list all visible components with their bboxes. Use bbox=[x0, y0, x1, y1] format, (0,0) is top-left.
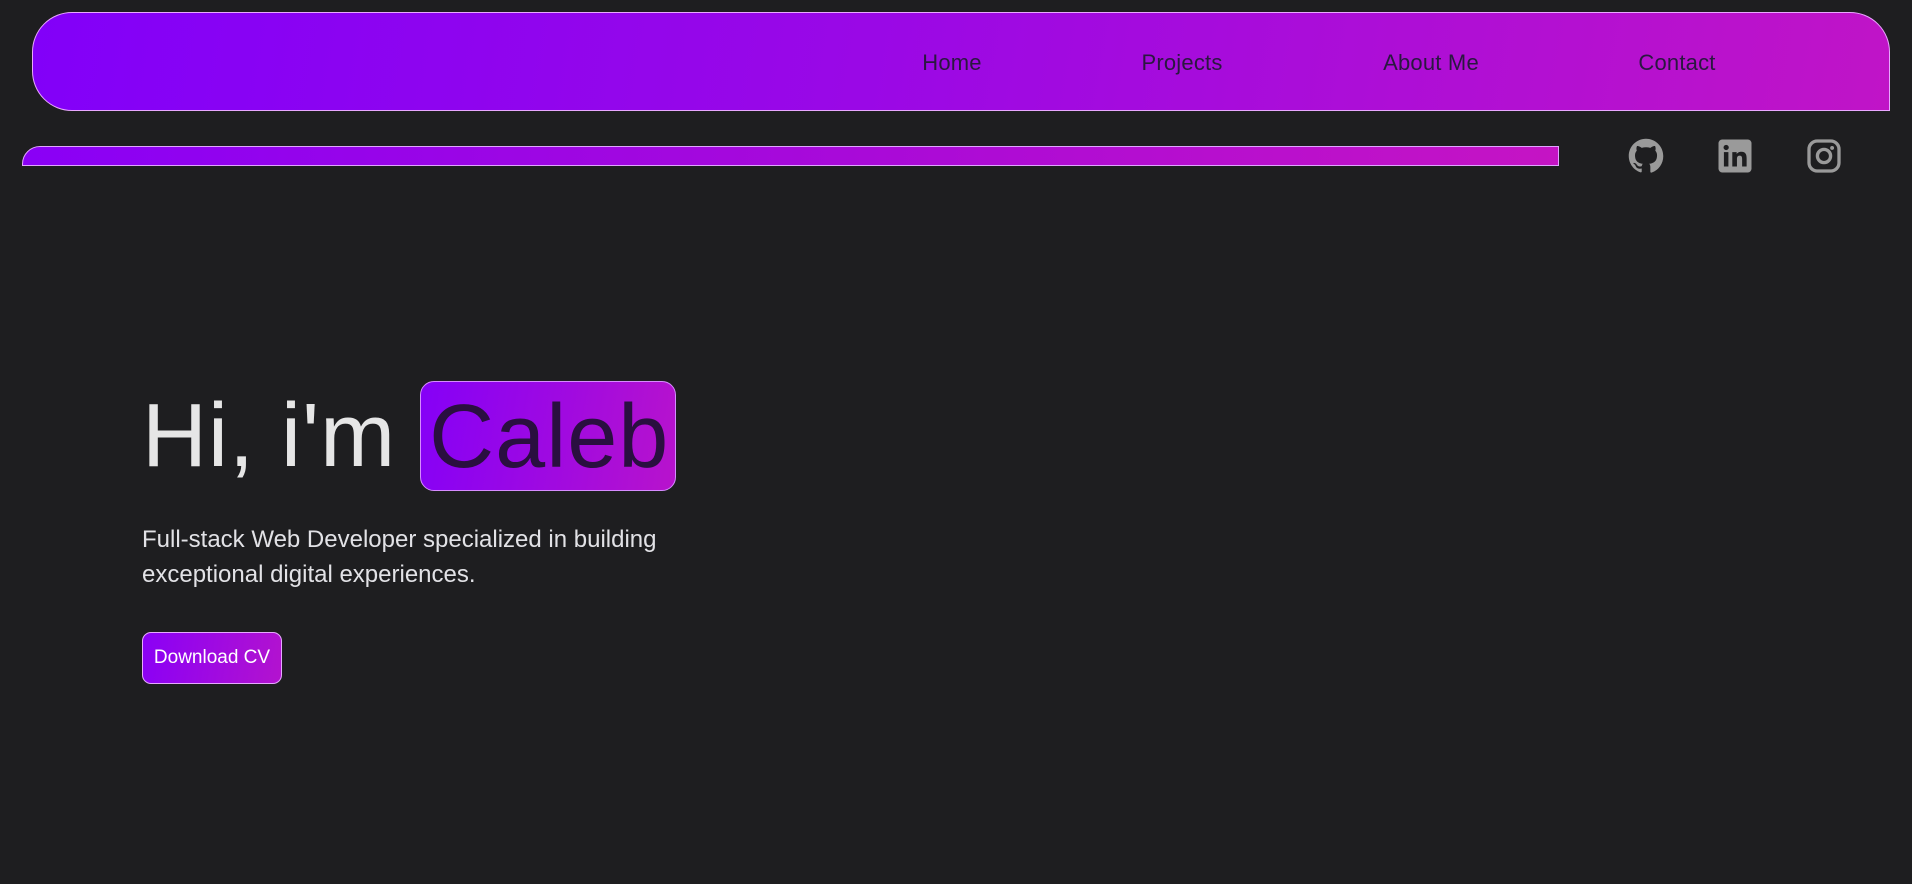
hero-greeting: Hi, i'm bbox=[142, 385, 397, 486]
hero-name-highlight: Caleb bbox=[420, 381, 677, 491]
gradient-divider bbox=[22, 146, 1559, 166]
github-icon bbox=[1628, 138, 1664, 173]
download-cv-button[interactable]: Download CV bbox=[142, 632, 282, 684]
nav-link-home[interactable]: Home bbox=[922, 50, 982, 76]
navbar: Home Projects About Me Contact bbox=[32, 12, 1890, 111]
instagram-icon bbox=[1807, 139, 1841, 173]
github-link[interactable] bbox=[1628, 138, 1664, 174]
nav-link-projects[interactable]: Projects bbox=[1141, 50, 1222, 76]
linkedin-link[interactable] bbox=[1717, 138, 1753, 174]
linkedin-icon bbox=[1718, 139, 1752, 173]
hero-subtitle: Full-stack Web Developer specialized in … bbox=[142, 526, 657, 588]
hero-title: Hi, i'm Caleb bbox=[142, 378, 677, 494]
instagram-link[interactable] bbox=[1806, 138, 1842, 174]
nav-link-about-me[interactable]: About Me bbox=[1383, 50, 1479, 76]
nav-link-contact[interactable]: Contact bbox=[1638, 50, 1715, 76]
